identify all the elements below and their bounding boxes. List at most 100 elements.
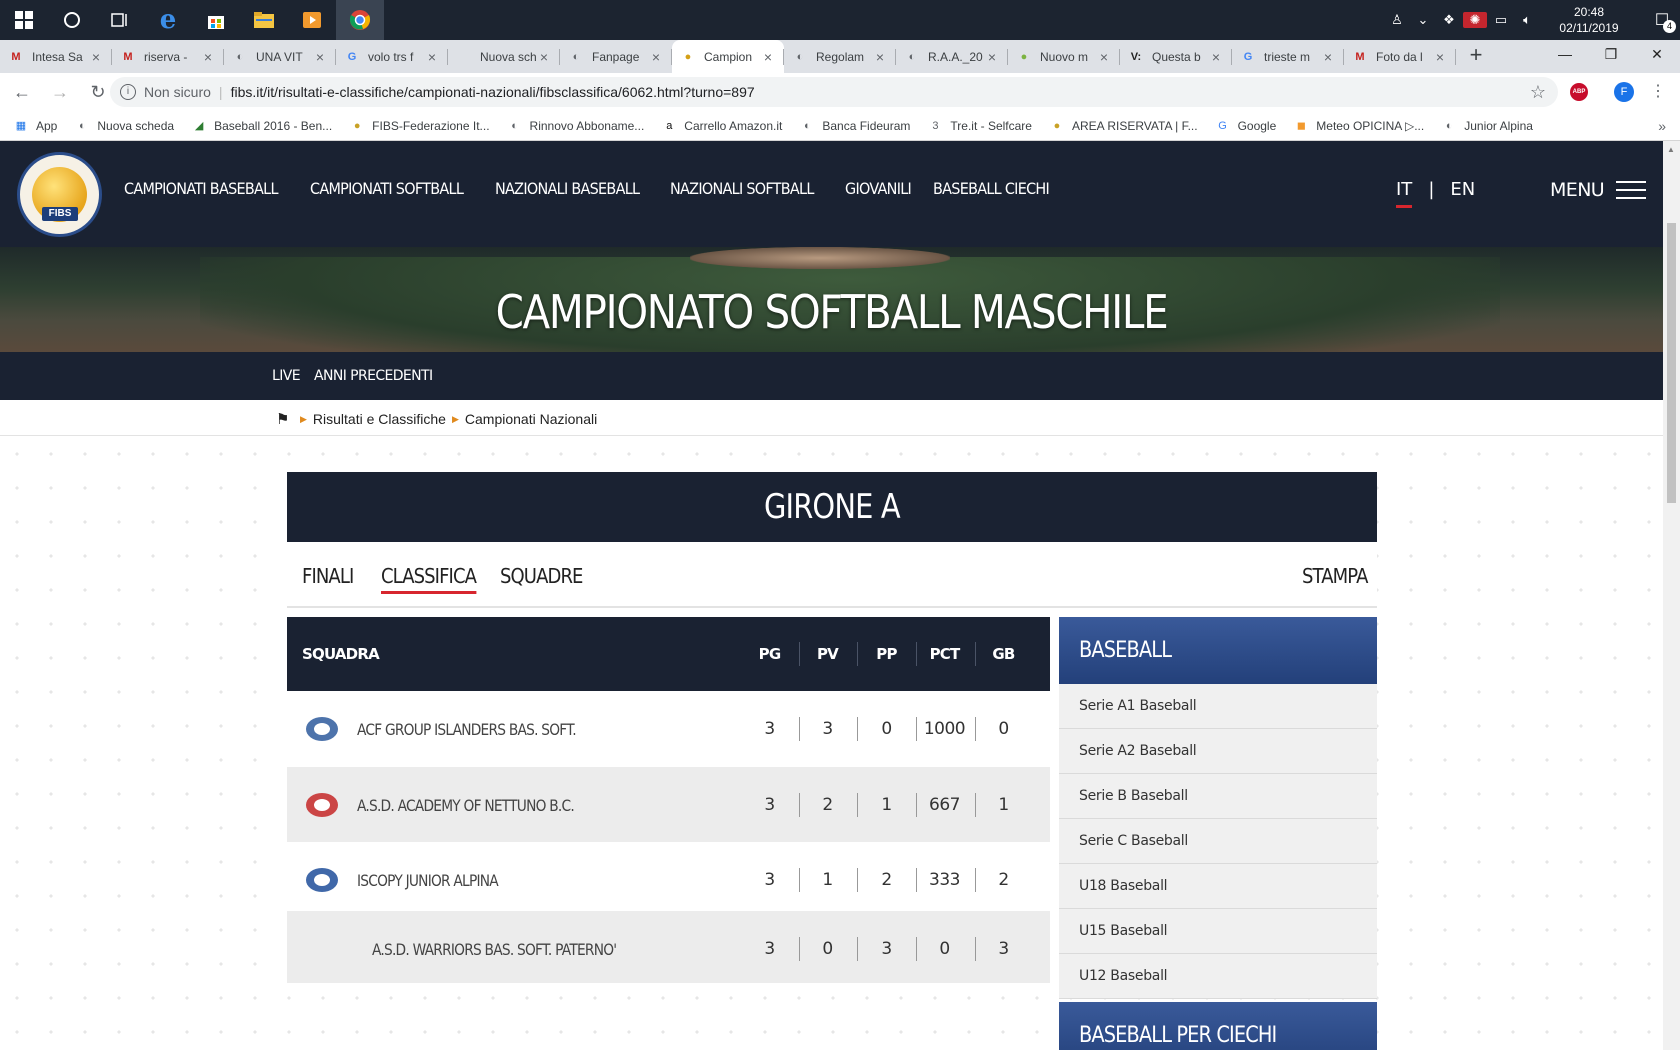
team-name[interactable]: A.S.D. ACADEMY OF NETTUNO B.C. xyxy=(357,796,575,815)
browser-tab[interactable]: ◐ Fanpage × xyxy=(560,40,672,73)
menu-button[interactable]: MENU xyxy=(1550,179,1647,201)
bookmark-star-icon[interactable]: ☆ xyxy=(1530,82,1546,103)
sidebar-item[interactable]: Serie A1 Baseball xyxy=(1059,684,1377,729)
browser-tab[interactable]: V: Questa b × xyxy=(1120,40,1232,73)
bookmark-item[interactable]: ◢ Baseball 2016 - Ben... xyxy=(192,119,332,133)
restore-button[interactable]: ❐ xyxy=(1588,40,1634,70)
cortana-search-icon[interactable] xyxy=(48,0,96,40)
tab-close-icon[interactable]: × xyxy=(1096,49,1112,65)
team-name[interactable]: A.S.D. WARRIORS BAS. SOFT. PATERNO' xyxy=(372,940,617,959)
tab-squadre[interactable]: SQUADRE xyxy=(500,564,583,588)
browser-tab[interactable]: ◐ Regolam × xyxy=(784,40,896,73)
adblock-extension-icon[interactable]: ABP xyxy=(1570,83,1588,101)
bookmark-item[interactable]: ◐ Nuova scheda xyxy=(75,119,174,133)
tab-close-icon[interactable]: × xyxy=(1208,49,1224,65)
sidebar-item[interactable]: Serie C Baseball xyxy=(1059,819,1377,864)
notification-center-icon[interactable]: ☐ 4 xyxy=(1644,10,1680,33)
tab-close-icon[interactable]: × xyxy=(312,49,328,65)
back-button[interactable]: ← xyxy=(6,82,38,103)
browser-tab[interactable]: M Foto da l × xyxy=(1344,40,1456,73)
browser-tab[interactable]: Gtrieste m × xyxy=(1232,40,1344,73)
sidebar-heading-blind-baseball[interactable]: BASEBALL PER CIECHI xyxy=(1059,1002,1377,1050)
tab-finali[interactable]: FINALI xyxy=(302,564,354,588)
lang-en-link[interactable]: EN xyxy=(1450,179,1475,200)
browser-tab[interactable]: M Intesa Sa × xyxy=(0,40,112,73)
tab-close-icon[interactable]: × xyxy=(424,49,440,65)
tab-close-icon[interactable]: × xyxy=(200,49,216,65)
profile-avatar[interactable]: F xyxy=(1614,82,1634,102)
sub-nav-previous-years[interactable]: ANNI PRECEDENTI xyxy=(314,368,433,384)
chevron-up-icon[interactable]: ⌄ xyxy=(1411,12,1435,28)
main-nav-item[interactable]: NAZIONALI BASEBALL xyxy=(495,179,640,198)
bookmark-item[interactable]: a Carrello Amazon.it xyxy=(662,119,782,133)
home-signpost-icon[interactable]: ⚑ xyxy=(276,410,289,428)
table-row[interactable]: A.S.D. WARRIORS BAS. SOFT. PATERNO' 3 0 3 0 3 xyxy=(287,911,1050,983)
bookmark-item[interactable]: ▦ App xyxy=(14,119,58,133)
main-nav-item[interactable]: CAMPIONATI SOFTBALL xyxy=(310,179,464,198)
tab-close-icon[interactable]: × xyxy=(88,49,104,65)
breadcrumb-national-championships[interactable]: Campionati Nazionali xyxy=(465,411,597,427)
table-row[interactable]: ISCOPY JUNIOR ALPINA 3 1 2 333 2 xyxy=(287,842,1050,911)
sidebar-heading-baseball[interactable]: BASEBALL xyxy=(1059,617,1377,684)
task-view-icon[interactable] xyxy=(96,0,144,40)
tab-close-icon[interactable]: × xyxy=(872,49,888,65)
bookmark-item[interactable]: ◼ Meteo OPICINA ▷... xyxy=(1294,119,1425,133)
print-link[interactable]: STAMPA xyxy=(1302,564,1368,588)
main-nav-item[interactable]: CAMPIONATI BASEBALL xyxy=(124,179,279,198)
main-nav-item[interactable]: BASEBALL CIECHI xyxy=(933,179,1050,198)
browser-tab[interactable]: Gvolo trs f × xyxy=(336,40,448,73)
address-bar[interactable]: i Non sicuro | fibs.it/it/risultati-e-cl… xyxy=(110,77,1558,107)
browser-tab[interactable]: ◐ R.A.A._20 × xyxy=(896,40,1008,73)
sidebar-item[interactable]: Serie A2 Baseball xyxy=(1059,729,1377,774)
browser-tab[interactable]: Nuova sched× xyxy=(448,40,560,73)
browser-tab[interactable]: Mriserva - × xyxy=(112,40,224,73)
main-nav-item[interactable]: GIOVANILI xyxy=(845,179,912,198)
media-player-icon[interactable] xyxy=(288,0,336,40)
browser-tab[interactable]: ◐ UNA VIT × xyxy=(224,40,336,73)
sidebar-item[interactable]: U15 Baseball xyxy=(1059,909,1377,954)
fibs-logo[interactable]: FIBS xyxy=(17,152,102,237)
bookmark-item[interactable]: ◐ Rinnovo Abboname... xyxy=(508,119,644,133)
tab-close-icon[interactable]: × xyxy=(1320,49,1336,65)
sidebar-item[interactable]: U18 Baseball xyxy=(1059,864,1377,909)
tab-close-icon[interactable]: × xyxy=(984,49,1000,65)
new-tab-button[interactable]: + xyxy=(1456,40,1496,73)
sub-nav-live[interactable]: LIVE xyxy=(272,368,301,384)
scrollbar-thumb[interactable] xyxy=(1667,223,1676,503)
acrobat-icon[interactable]: ✺ xyxy=(1463,12,1487,28)
dropbox-icon[interactable]: ❖ xyxy=(1437,12,1461,28)
table-row[interactable]: ACF GROUP ISLANDERS BAS. SOFT. 3 3 0 1000 0 xyxy=(287,691,1050,767)
minimize-button[interactable]: — xyxy=(1542,40,1588,70)
bookmarks-overflow-icon[interactable]: » xyxy=(1658,118,1666,134)
tab-classifica[interactable]: CLASSIFICA xyxy=(381,564,477,594)
site-info-icon[interactable]: i xyxy=(120,84,136,100)
sidebar-item[interactable]: Serie B Baseball xyxy=(1059,774,1377,819)
sidebar-item[interactable]: U12 Baseball xyxy=(1059,954,1377,999)
tab-close-icon[interactable]: × xyxy=(536,49,552,65)
file-explorer-icon[interactable] xyxy=(240,0,288,40)
lang-it-link[interactable]: IT xyxy=(1396,179,1413,208)
bookmark-item[interactable]: ◐ Junior Alpina xyxy=(1442,119,1533,133)
network-icon[interactable]: ▭ xyxy=(1489,12,1513,28)
breadcrumb-results[interactable]: Risultati e Classifiche xyxy=(313,411,446,427)
scroll-up-arrow-icon[interactable]: ▲ xyxy=(1667,145,1675,154)
bookmark-item[interactable]: 3 Tre.it - Selfcare xyxy=(928,119,1032,133)
bookmark-item[interactable]: ◐ Banca Fideuram xyxy=(800,119,910,133)
people-icon[interactable]: ♙ xyxy=(1385,12,1409,28)
main-nav-item[interactable]: NAZIONALI SOFTBALL xyxy=(670,179,814,198)
active-browser-tab[interactable]: ● Campion × xyxy=(672,40,784,73)
tab-close-icon[interactable]: × xyxy=(1432,49,1448,65)
table-row[interactable]: A.S.D. ACADEMY OF NETTUNO B.C. 3 2 1 667 1 xyxy=(287,767,1050,842)
close-window-button[interactable]: ✕ xyxy=(1634,40,1680,70)
clock[interactable]: 20:48 02/11/2019 xyxy=(1546,4,1632,36)
tab-close-icon[interactable]: × xyxy=(760,49,776,65)
edge-browser-icon[interactable]: e xyxy=(144,0,192,40)
chrome-menu-icon[interactable]: ⋮ xyxy=(1650,81,1666,101)
windows-start-icon[interactable] xyxy=(0,0,48,40)
page-scrollbar[interactable]: ▲ xyxy=(1663,141,1680,1050)
store-icon[interactable] xyxy=(192,0,240,40)
forward-button[interactable]: → xyxy=(44,82,76,103)
bookmark-item[interactable]: G Google xyxy=(1216,119,1276,133)
team-name[interactable]: ACF GROUP ISLANDERS BAS. SOFT. xyxy=(357,720,577,739)
browser-tab[interactable]: ● Nuovo m × xyxy=(1008,40,1120,73)
